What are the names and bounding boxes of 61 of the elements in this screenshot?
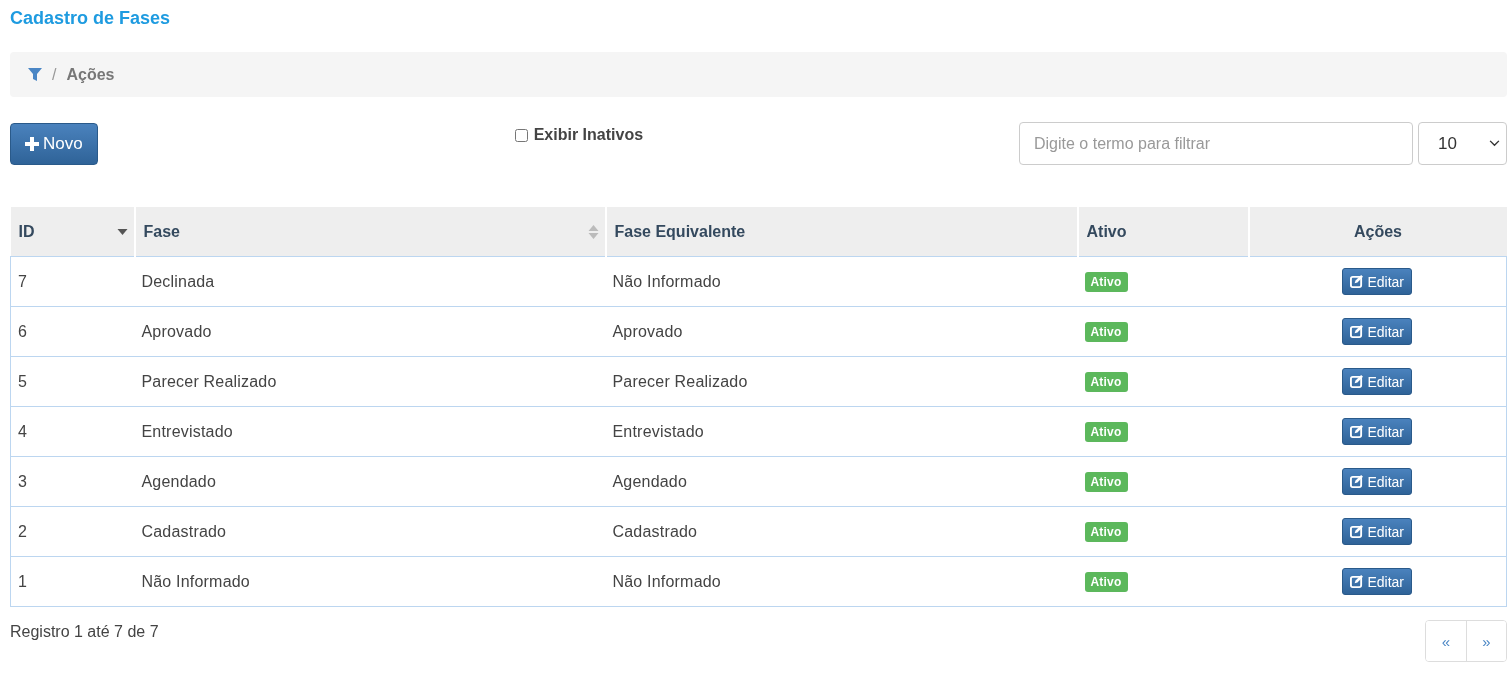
table-cell: Não Informado (605, 256, 1078, 307)
new-button[interactable]: Novo (10, 122, 98, 165)
page-title: Cadastro de Fases (10, 7, 172, 30)
breadcrumb-separator: / (52, 65, 57, 84)
edit-icon (1350, 275, 1364, 288)
sort-descending-icon (116, 228, 128, 235)
table-cell: Declinada (134, 256, 606, 307)
edit-icon (1350, 375, 1364, 388)
edit-icon (1350, 425, 1364, 438)
edit-button[interactable]: Editar (1342, 368, 1413, 395)
table-cell: 3 (10, 456, 135, 507)
table-cell: Entrevistado (134, 406, 606, 457)
page-size-select[interactable]: 10 (1418, 122, 1507, 165)
status-badge: Ativo (1084, 271, 1128, 292)
table-cell: Entrevistado (605, 406, 1078, 457)
edit-button[interactable]: Editar (1342, 518, 1413, 545)
edit-icon (1350, 325, 1364, 338)
sort-icon (587, 224, 599, 239)
table-cell: Agendado (605, 456, 1078, 507)
status-badge: Ativo (1084, 471, 1128, 492)
edit-icon (1350, 575, 1364, 588)
status-badge: Ativo (1084, 321, 1128, 342)
table-cell: Não Informado (134, 556, 606, 607)
status-badge: Ativo (1084, 521, 1128, 542)
edit-button[interactable]: Editar (1342, 418, 1413, 445)
table-cell: 2 (10, 506, 135, 557)
table-cell: Aprovado (134, 306, 606, 357)
table-cell: Não Informado (605, 556, 1078, 607)
table-cell: Parecer Realizado (134, 356, 606, 407)
edit-button[interactable]: Editar (1342, 268, 1413, 295)
table-cell: 4 (10, 406, 135, 457)
edit-button[interactable]: Editar (1342, 318, 1413, 345)
table-cell: 1 (10, 556, 135, 607)
table-cell: Parecer Realizado (605, 356, 1078, 407)
edit-icon (1350, 475, 1364, 488)
edit-button[interactable]: Editar (1342, 468, 1413, 495)
column-header[interactable]: ID (10, 207, 135, 257)
breadcrumb-item: Ações (66, 65, 115, 84)
edit-button[interactable]: Editar (1342, 568, 1413, 595)
table-cell: 7 (10, 256, 135, 307)
column-header: Ações (1248, 207, 1507, 257)
column-header: Fase Equivalente (605, 207, 1078, 257)
chevron-down-icon (1489, 140, 1500, 147)
plus-icon (25, 136, 39, 151)
pagination-button[interactable]: » (1466, 621, 1506, 661)
filter-icon[interactable] (28, 67, 42, 82)
status-badge: Ativo (1084, 421, 1128, 442)
table-cell: Agendado (134, 456, 606, 507)
table-cell: Aprovado (605, 306, 1078, 357)
table-cell: Cadastrado (605, 506, 1078, 557)
table-cell: Cadastrado (134, 506, 606, 557)
table-cell: 5 (10, 356, 135, 407)
record-summary: Registro 1 até 7 de 7 (10, 623, 159, 641)
search-field[interactable]: Digite o termo para filtrar (1019, 122, 1413, 165)
checkbox-label[interactable]: Exibir Inativos (533, 126, 644, 144)
table-cell: 6 (10, 306, 135, 357)
status-badge: Ativo (1084, 371, 1128, 392)
status-badge: Ativo (1084, 571, 1128, 592)
edit-icon (1350, 525, 1364, 538)
column-header: Ativo (1077, 207, 1249, 257)
column-header[interactable]: Fase (134, 207, 606, 257)
